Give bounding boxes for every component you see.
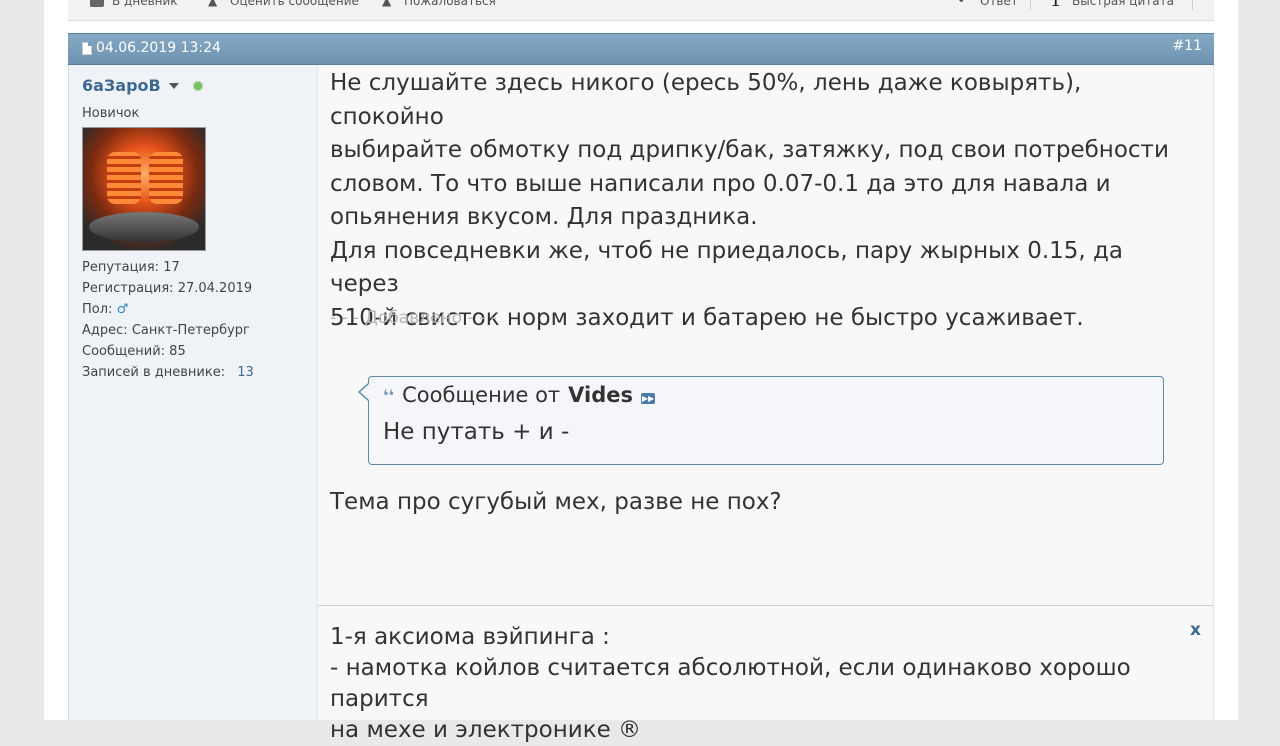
diary-label: В дневник xyxy=(112,0,178,8)
diary-icon xyxy=(90,0,104,7)
avatar-art-coil xyxy=(149,152,183,204)
message-line: выбирайте обмотку под дрипку/бак, затяжк… xyxy=(330,137,1169,163)
toolbar-divider xyxy=(1192,0,1193,10)
reputation-label: Репутация: xyxy=(82,260,160,275)
diary-entries-label: Записей в дневнике: xyxy=(82,365,226,380)
quote-prefix: Сообщение от xyxy=(402,383,561,407)
user-info-panel: 6аЗароВ Новичок Репутация: 17 Регистраци… xyxy=(68,65,318,720)
address-value: Санкт-Петербург xyxy=(131,323,250,338)
address-label: Адрес: xyxy=(82,323,128,338)
quote-author: Vides xyxy=(568,383,634,407)
registration-row: Регистрация: 27.04.2019 xyxy=(82,278,254,299)
view-post-icon[interactable]: ▶▶ xyxy=(641,392,656,404)
post-message: Не слушайте здесь никого (ересь 50%, лен… xyxy=(330,67,1190,335)
gender-row: Пол: ♂ xyxy=(82,299,254,320)
quote-icon: ❛❛ xyxy=(383,385,395,405)
user-title: Новичок xyxy=(82,106,140,121)
username[interactable]: 6аЗароВ xyxy=(82,76,161,95)
diary-button[interactable]: В дневник xyxy=(90,0,178,8)
hide-signature-button[interactable]: x xyxy=(1190,620,1201,640)
registration-value: 27.04.2019 xyxy=(177,281,253,296)
avatar-art-coil xyxy=(107,152,141,204)
reply-label: Ответ xyxy=(980,0,1018,8)
signature-text: 1-я аксиома вэйпинга : - намотка койлов … xyxy=(330,622,1210,746)
quick-quote-label: Быстрая цитата xyxy=(1072,0,1174,8)
quick-quote-button[interactable]: 1 Быстрая цитата xyxy=(1050,0,1174,11)
post-header: 04.06.2019 13:24 #11 xyxy=(68,33,1214,65)
post-date-text: 04.06.2019 13:24 xyxy=(96,40,221,56)
chevron-down-icon[interactable] xyxy=(168,82,179,89)
message-line: Не слушайте здесь никого (ересь 50%, лен… xyxy=(330,70,1082,130)
prev-post-toolbar: В дневник ▲ Оценить сообщение ▲ Пожалова… xyxy=(68,0,1214,21)
page: В дневник ▲ Оценить сообщение ▲ Пожалова… xyxy=(44,0,1238,743)
posts-row: Сообщений: 85 xyxy=(82,341,254,362)
quote-text: Не путать + и - xyxy=(383,419,570,445)
rate-button[interactable]: ▲ Оценить сообщение xyxy=(208,0,359,8)
online-status-icon xyxy=(192,80,203,91)
user-stats: Репутация: 17 Регистрация: 27.04.2019 По… xyxy=(82,257,254,383)
signature-line: - намотка койлов считается абсолютной, е… xyxy=(330,655,1131,712)
gender-label: Пол: xyxy=(82,302,113,317)
reply-icon: ↶ xyxy=(958,0,970,9)
avatar-art-base xyxy=(89,212,199,242)
post-icon xyxy=(82,41,92,55)
toolbar-divider xyxy=(1030,0,1031,10)
message-line: Для повседневки же, чтоб не приедалось, … xyxy=(330,237,1124,298)
address-row: Адрес: Санкт-Петербург xyxy=(82,320,254,341)
diary-entries-link[interactable]: 13 xyxy=(237,365,254,380)
post-message-2: Тема про сугубый мех, разве не пох? xyxy=(330,489,782,515)
reputation-value: 17 xyxy=(163,260,180,275)
posts-label: Сообщений: xyxy=(82,344,166,359)
post-number-link[interactable]: #11 xyxy=(1172,38,1202,54)
message-line: словом. То что выше написали про 0.07-0.… xyxy=(330,170,1111,197)
report-label: Пожаловаться xyxy=(404,0,496,8)
reputation-row: Репутация: 17 xyxy=(82,257,254,278)
username-menu[interactable]: 6аЗароВ xyxy=(82,76,203,95)
male-icon: ♂ xyxy=(116,302,129,317)
post-body: Не слушайте здесь никого (ересь 50%, лен… xyxy=(318,65,1214,605)
message-line: опьянения вкусом. Для праздника. xyxy=(330,204,758,230)
diary-entries-row: Записей в дневнике: 13 xyxy=(82,362,254,383)
report-button[interactable]: ▲ Пожаловаться xyxy=(382,0,496,8)
added-marker: - - - Добавлено - - - xyxy=(330,308,497,328)
avatar[interactable] xyxy=(82,127,206,251)
rate-label: Оценить сообщение xyxy=(230,0,359,8)
reply-button[interactable]: ↶ Ответ xyxy=(958,0,1018,8)
signature: 1-я аксиома вэйпинга : - намотка койлов … xyxy=(318,605,1214,743)
registration-label: Регистрация: xyxy=(82,281,174,296)
quote-header: ❛❛ Сообщение от Vides ▶▶ xyxy=(383,383,656,407)
signature-line: 1-я аксиома вэйпинга : xyxy=(330,624,610,650)
quote-block: ❛❛ Сообщение от Vides ▶▶ Не путать + и - xyxy=(358,376,1164,465)
post-date: 04.06.2019 13:24 xyxy=(82,40,221,56)
rate-icon: ▲ xyxy=(208,0,218,8)
quick-quote-icon: 1 xyxy=(1050,0,1062,11)
report-icon: ▲ xyxy=(382,0,392,8)
posts-value: 85 xyxy=(169,344,186,359)
